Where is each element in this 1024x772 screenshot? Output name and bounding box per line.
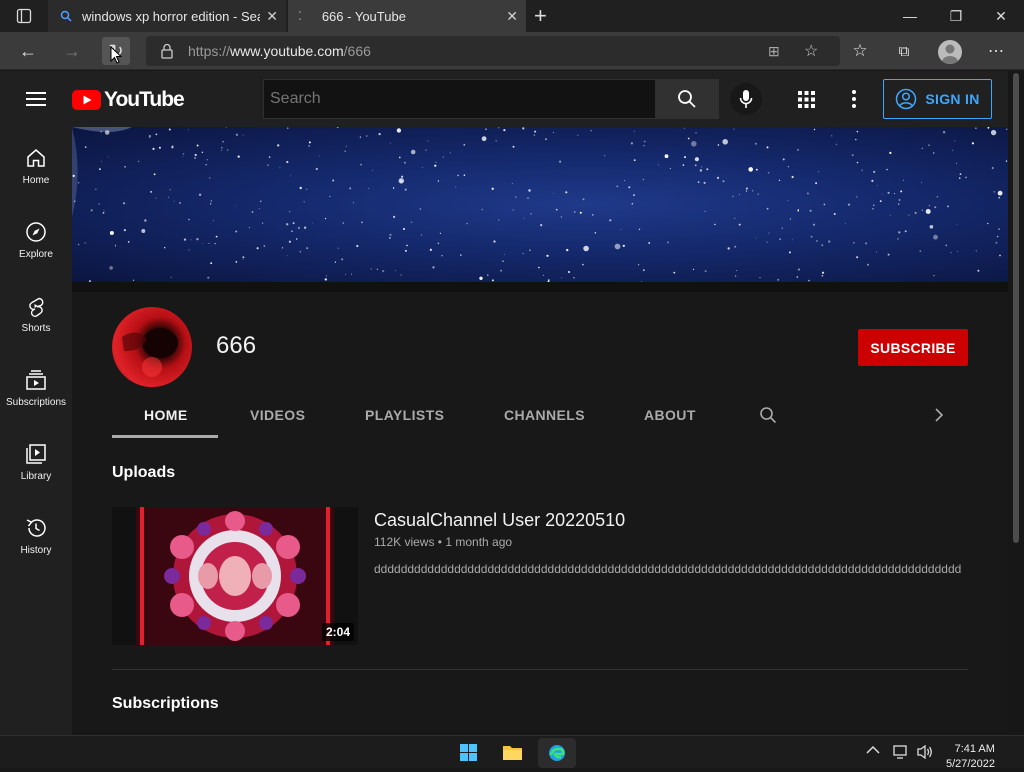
compass-icon	[26, 222, 46, 242]
settings-more-icon[interactable]	[852, 90, 856, 108]
sidebar-item-library[interactable]: Library	[0, 423, 72, 497]
tab-playlists[interactable]: PLAYLISTS	[365, 407, 444, 423]
microphone-icon[interactable]	[730, 83, 762, 115]
section-divider	[112, 669, 968, 670]
sidebar-item-label: Explore	[19, 249, 53, 260]
shorts-icon	[29, 297, 44, 317]
subscriptions-section-title: Subscriptions	[112, 695, 219, 712]
library-icon	[26, 444, 46, 464]
more-menu-icon[interactable]: ⋯	[982, 37, 1010, 65]
tab-title: windows xp horror edition - Sear	[82, 8, 260, 24]
youtube-header: YouTube SIGN IN	[0, 71, 1012, 127]
video-title[interactable]: CasualChannel User 20220510	[374, 510, 625, 531]
chevron-up-icon[interactable]	[866, 745, 880, 755]
youtube-play-icon	[72, 90, 101, 110]
youtube-logo[interactable]: YouTube	[72, 88, 185, 112]
starfield-image	[72, 127, 1008, 282]
taskbar: 7:41 AM 5/27/2022	[0, 735, 1024, 770]
close-tab-icon[interactable]: ✕	[506, 8, 518, 25]
file-explorer-icon[interactable]	[503, 744, 522, 761]
collections-icon[interactable]: ⧉	[890, 37, 918, 65]
browser-toolbar: ← → ↻ https://www.youtube.com/666 ⊞ ☆ ☆ …	[0, 32, 1024, 70]
uploads-section-title[interactable]: Uploads	[112, 464, 175, 482]
channel-avatar[interactable]	[112, 307, 192, 387]
loading-icon: ⁚	[298, 9, 302, 23]
minimize-button[interactable]: —	[887, 0, 933, 32]
sidebar-item-explore[interactable]: Explore	[0, 201, 72, 275]
close-window-button[interactable]: ✕	[978, 0, 1024, 32]
home-icon	[27, 149, 45, 167]
new-tab-button[interactable]: +	[534, 3, 547, 29]
tab-actions-icon[interactable]	[16, 8, 32, 24]
add-favorite-icon[interactable]: ☆	[804, 41, 818, 61]
app-available-icon[interactable]: ⊞	[768, 43, 780, 60]
sidebar-item-label: Shorts	[21, 323, 51, 334]
video-meta: 112K views • 1 month ago	[374, 535, 513, 549]
sidebar-item-label: Home	[22, 175, 50, 186]
address-bar[interactable]: https://www.youtube.com/666 ⊞ ☆	[146, 36, 840, 66]
channel-header: 666 SUBSCRIBE HOME VIDEOS PLAYLISTS CHAN…	[72, 282, 1008, 439]
tab-youtube[interactable]: ⁚ 666 - YouTube ✕	[288, 0, 526, 32]
search-icon	[60, 10, 72, 22]
hamburger-menu-icon[interactable]	[26, 91, 46, 107]
video-thumbnail[interactable]: 2:04	[112, 507, 358, 645]
network-icon[interactable]	[893, 744, 909, 760]
clock-time: 7:41 AM	[954, 743, 995, 755]
search-button[interactable]	[655, 79, 719, 119]
sidebar-item-subscriptions[interactable]: Subscriptions	[0, 349, 72, 423]
restore-button[interactable]: ❐	[933, 0, 979, 32]
sidebar-item-label: Subscriptions	[5, 397, 67, 408]
tab-title: 666 - YouTube	[321, 8, 406, 24]
forward-button[interactable]: →	[58, 37, 86, 65]
subscribe-button[interactable]: SUBSCRIBE	[858, 329, 968, 366]
channel-banner	[72, 127, 1008, 282]
windows-start-icon[interactable]	[460, 744, 477, 761]
tab-about[interactable]: ABOUT	[644, 407, 696, 423]
url-text: https://www.youtube.com/666	[188, 43, 371, 59]
tab-search[interactable]: windows xp horror edition - Sear ✕	[48, 0, 286, 32]
channel-content: Uploads 2:04 CasualChannel User 20220510…	[72, 439, 1008, 735]
active-tab-indicator	[112, 435, 218, 438]
edge-icon[interactable]	[538, 738, 576, 768]
scrollbar-thumb[interactable]	[1013, 73, 1019, 543]
favorites-icon[interactable]: ☆	[846, 37, 874, 65]
search-icon	[678, 90, 696, 108]
tab-home[interactable]: HOME	[144, 407, 188, 423]
sign-in-button[interactable]: SIGN IN	[883, 79, 992, 119]
video-duration: 2:04	[321, 623, 354, 641]
sidebar-item-home[interactable]: Home	[0, 127, 72, 201]
sidebar-item-history[interactable]: History	[0, 497, 72, 571]
tab-videos[interactable]: VIDEOS	[250, 407, 305, 423]
cursor-icon	[110, 46, 122, 64]
sidebar-item-label: History	[20, 545, 52, 556]
logo-text: YouTube	[104, 88, 185, 111]
browser-tab-bar: windows xp horror edition - Sear ✕ ⁚ 666…	[0, 0, 1024, 32]
user-circle-icon	[896, 88, 917, 110]
sidebar-item-shorts[interactable]: Shorts	[0, 275, 72, 349]
apps-grid-icon[interactable]	[798, 91, 815, 108]
tab-channels[interactable]: CHANNELS	[504, 407, 585, 423]
lock-icon	[160, 43, 174, 59]
volume-icon[interactable]	[916, 744, 934, 760]
close-tab-icon[interactable]: ✕	[266, 8, 278, 25]
clock-date: 5/27/2022	[946, 758, 995, 770]
channel-name: 666	[216, 332, 257, 359]
channel-search-icon[interactable]	[759, 406, 777, 424]
chevron-right-icon[interactable]	[934, 408, 944, 422]
page-scrollbar[interactable]	[1008, 71, 1024, 735]
history-icon	[26, 519, 46, 537]
profile-avatar[interactable]	[938, 40, 962, 64]
search-input[interactable]	[263, 79, 656, 119]
subscriptions-icon	[26, 370, 46, 390]
sidebar-item-label: Library	[20, 471, 52, 482]
sidebar: Home Explore Shorts Subscriptions Librar…	[0, 127, 72, 735]
video-description: dddddddddddddddddddddddddddddddddddddddd…	[374, 562, 962, 576]
sign-in-label: SIGN IN	[925, 91, 980, 107]
back-button[interactable]: ←	[14, 37, 42, 65]
